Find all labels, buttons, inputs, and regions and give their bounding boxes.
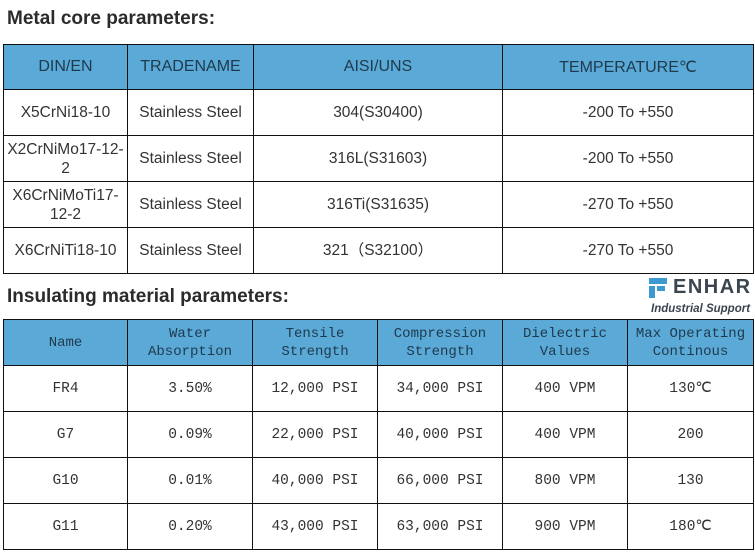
- cell-name: G10: [3, 457, 128, 504]
- cell-tensile-strength: 40,000 PSI: [252, 457, 378, 504]
- cell-max-operating: 130℃: [627, 365, 754, 412]
- header-line: Values: [539, 343, 591, 360]
- cell-compression-strength: 40,000 PSI: [377, 411, 503, 458]
- cell-din-en: X2CrNiMo17-12- 2: [3, 135, 128, 182]
- enhar-logo: ENHAR Industrial Support: [649, 276, 753, 318]
- cell-aisi-uns: 304(S30400): [253, 89, 503, 136]
- enhar-f-icon: [649, 278, 667, 298]
- cell-tensile-strength: 12,000 PSI: [252, 365, 378, 412]
- header-din-en: DIN/EN: [3, 44, 128, 90]
- header-compression-strength: Compression Strength: [377, 319, 503, 366]
- table-row: G7 0.09% 22,000 PSI 40,000 PSI 400 VPM 2…: [3, 411, 754, 458]
- cell-aisi-uns: 316Ti(S31635): [253, 181, 503, 228]
- cell-name: G11: [3, 503, 128, 550]
- header-aisi-uns: AISI/UNS: [253, 44, 503, 90]
- header-line: Strength: [281, 343, 349, 360]
- table-row: FR4 3.50% 12,000 PSI 34,000 PSI 400 VPM …: [3, 365, 754, 412]
- cell-tradename: Stainless Steel: [127, 181, 254, 228]
- cell-aisi-uns: 321（S32100）: [253, 227, 503, 274]
- cell-water-absorption: 0.20%: [127, 503, 253, 550]
- cell-tensile-strength: 22,000 PSI: [252, 411, 378, 458]
- header-line: Max Operating: [635, 325, 746, 342]
- cell-tensile-strength: 43,000 PSI: [252, 503, 378, 550]
- header-max-operating: Max Operating Continous: [627, 319, 754, 366]
- cell-dielectric-values: 400 VPM: [502, 365, 628, 412]
- cell-aisi-uns: 316L(S31603): [253, 135, 503, 182]
- cell-temperature: -200 To +550: [502, 135, 754, 182]
- table-row: X5CrNi18-10 Stainless Steel 304(S30400) …: [3, 89, 754, 136]
- table-row: G11 0.20% 43,000 PSI 63,000 PSI 900 VPM …: [3, 503, 754, 550]
- cell-max-operating: 130: [627, 457, 754, 504]
- metal-core-title: Metal core parameters:: [7, 8, 216, 29]
- cell-name: FR4: [3, 365, 128, 412]
- cell-dielectric-values: 400 VPM: [502, 411, 628, 458]
- header-water-absorption: Water Absorption: [127, 319, 253, 366]
- cell-temperature: -270 To +550: [502, 227, 754, 274]
- insulating-title: Insulating material parameters:: [7, 286, 289, 307]
- cell-tradename: Stainless Steel: [127, 89, 254, 136]
- metal-core-table: DIN/EN TRADENAME AISI/UNS TEMPERATURE℃ X…: [3, 44, 754, 274]
- din-en-text: X2CrNiMo17-12- 2: [7, 140, 124, 177]
- table-row: G10 0.01% 40,000 PSI 66,000 PSI 800 VPM …: [3, 457, 754, 504]
- cell-din-en: X6CrNiMoTi17- 12-2: [3, 181, 128, 228]
- table-row: X2CrNiMo17-12- 2 Stainless Steel 316L(S31…: [3, 135, 754, 182]
- header-name: Name: [3, 319, 128, 366]
- cell-temperature: -270 To +550: [502, 181, 754, 228]
- table-row: X6CrNiMoTi17- 12-2 Stainless Steel 316Ti(…: [3, 181, 754, 228]
- cell-tradename: Stainless Steel: [127, 227, 254, 274]
- cell-din-en: X5CrNi18-10: [3, 89, 128, 136]
- cell-temperature: -200 To +550: [502, 89, 754, 136]
- header-line: Tensile: [285, 325, 345, 342]
- header-dielectric-values: Dielectric Values: [502, 319, 628, 366]
- cell-compression-strength: 66,000 PSI: [377, 457, 503, 504]
- header-line: Absorption: [147, 343, 232, 360]
- header-line: Dielectric: [522, 325, 607, 342]
- cell-water-absorption: 0.09%: [127, 411, 253, 458]
- header-line: Strength: [406, 343, 474, 360]
- cell-tradename: Stainless Steel: [127, 135, 254, 182]
- cell-max-operating: 180℃: [627, 503, 754, 550]
- header-tradename: TRADENAME: [127, 44, 254, 90]
- table-header-row: DIN/EN TRADENAME AISI/UNS TEMPERATURE℃: [3, 44, 754, 90]
- header-line: Water: [168, 325, 211, 342]
- insulating-table: Name Water Absorption Tensile Strength Com…: [3, 319, 754, 550]
- table-header-row: Name Water Absorption Tensile Strength Com…: [3, 319, 754, 366]
- table-row: X6CrNiTi18-10 Stainless Steel 321（S32100…: [3, 227, 754, 274]
- logo-name: ENHAR: [673, 276, 752, 298]
- header-line: Compression: [393, 325, 487, 342]
- header-temperature: TEMPERATURE℃: [502, 44, 754, 90]
- cell-dielectric-values: 900 VPM: [502, 503, 628, 550]
- logo-tagline: Industrial Support: [651, 303, 751, 315]
- din-en-text: X6CrNiMoTi17- 12-2: [12, 186, 119, 223]
- cell-din-en: X6CrNiTi18-10: [3, 227, 128, 274]
- header-tensile-strength: Tensile Strength: [252, 319, 378, 366]
- cell-name: G7: [3, 411, 128, 458]
- header-line: Name: [48, 334, 83, 351]
- cell-dielectric-values: 800 VPM: [502, 457, 628, 504]
- header-line: Continous: [652, 343, 729, 360]
- cell-compression-strength: 63,000 PSI: [377, 503, 503, 550]
- cell-water-absorption: 0.01%: [127, 457, 253, 504]
- cell-compression-strength: 34,000 PSI: [377, 365, 503, 412]
- cell-max-operating: 200: [627, 411, 754, 458]
- cell-water-absorption: 3.50%: [127, 365, 253, 412]
